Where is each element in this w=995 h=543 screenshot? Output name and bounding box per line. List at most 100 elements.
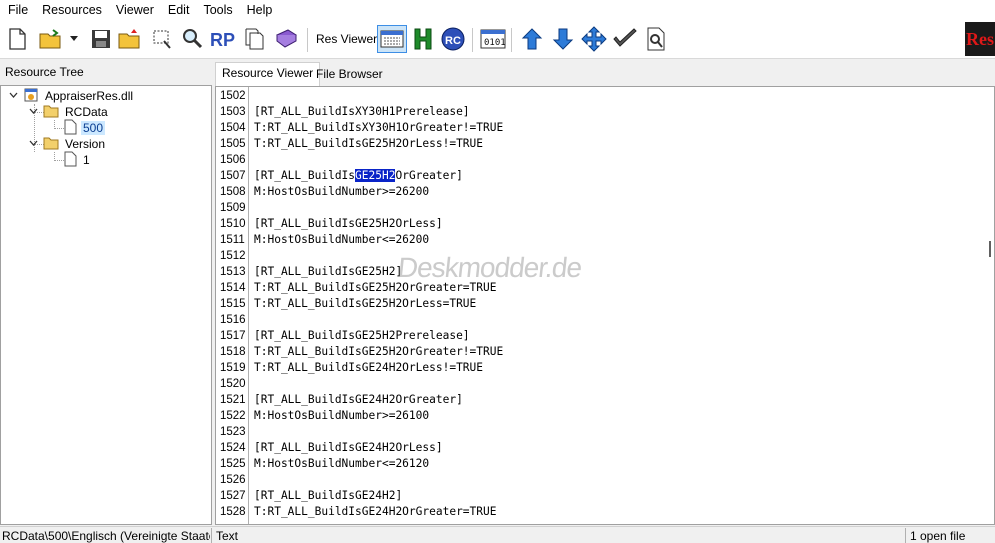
resource-text-editor[interactable]: 1502 1503 [RT_ALL_BuildIsXY30H1Prerelease]…	[215, 86, 995, 525]
line-number: 1516	[220, 314, 246, 326]
svg-text:0101: 0101	[484, 38, 506, 48]
line-text: [RT_ALL_BuildIsGE24H2OrLess]	[254, 441, 443, 454]
tree-node-1-label: 1	[83, 153, 90, 167]
line-number: 1514	[220, 282, 246, 294]
up-arrow-icon[interactable]	[519, 26, 545, 52]
down-arrow-icon[interactable]	[550, 26, 576, 52]
open-folder-icon[interactable]	[38, 26, 64, 52]
rp-icon[interactable]: RP	[209, 26, 237, 52]
line-number: 1528	[220, 506, 246, 518]
line-number: 1519	[220, 362, 246, 374]
tree-node-1[interactable]: 1	[63, 151, 92, 170]
editor-line[interactable]: 1504 T:RT_ALL_BuildIsXY30H1OrGreater!=TRU…	[216, 120, 986, 136]
rc-icon[interactable]: RC	[440, 26, 466, 52]
menu-viewer[interactable]: Viewer	[109, 0, 161, 20]
line-text: M:HostOsBuildNumber<=26120	[254, 457, 430, 470]
line-text: T:RT_ALL_BuildIsGE25H2OrGreater=TRUE	[254, 281, 497, 294]
status-bar: RCData\500\Englisch (Vereinigte Staaten)…	[0, 526, 995, 543]
checkmark-icon[interactable]	[612, 26, 638, 52]
menu-help[interactable]: Help	[240, 0, 280, 20]
editor-line[interactable]: 1517 [RT_ALL_BuildIsGE25H2Prerelease]	[216, 328, 986, 344]
h-icon[interactable]	[410, 26, 436, 52]
find-document-icon[interactable]	[643, 26, 669, 52]
editor-line[interactable]: 1514 T:RT_ALL_BuildIsGE25H2OrGreater=TRUE	[216, 280, 986, 296]
vertical-scrollbar[interactable]	[984, 87, 994, 524]
editor-line[interactable]: 1506	[216, 152, 986, 168]
lasso-select-icon[interactable]	[149, 26, 175, 52]
editor-line[interactable]: 1527 [RT_ALL_BuildIsGE24H2]	[216, 488, 986, 504]
editor-line[interactable]: 1526	[216, 472, 986, 488]
copy-pages-icon[interactable]	[242, 26, 268, 52]
tree-node-500[interactable]: 500	[63, 119, 106, 138]
status-resource-path: RCData\500\Englisch (Vereinigte Staaten)	[2, 529, 210, 543]
editor-line[interactable]: 1503 [RT_ALL_BuildIsXY30H1Prerelease]	[216, 104, 986, 120]
selected-text[interactable]: GE25H2	[355, 169, 396, 182]
app-logo: Res	[965, 22, 995, 56]
editor-line[interactable]: 1522 M:HostOsBuildNumber>=26100	[216, 408, 986, 424]
tree-node-root[interactable]: AppraiserRes.dll	[23, 88, 135, 104]
res-viewer-hex-grid-icon[interactable]	[377, 25, 407, 53]
tab-resource-viewer[interactable]: Resource Viewer	[215, 62, 321, 86]
editor-line[interactable]: 1507 [RT_ALL_BuildIsGE25H2OrGreater]	[216, 168, 986, 184]
move-icon[interactable]	[581, 26, 607, 52]
search-icon[interactable]	[179, 26, 205, 52]
editor-line[interactable]: 1502	[216, 88, 986, 104]
editor-line[interactable]: 1516	[216, 312, 986, 328]
tree-node-500-label: 500	[81, 121, 106, 135]
status-resource-type: Text	[216, 529, 239, 543]
line-number: 1526	[220, 474, 246, 486]
collapse-chevron-icon[interactable]	[29, 139, 38, 148]
editor-line[interactable]: 1508 M:HostOsBuildNumber>=26200	[216, 184, 986, 200]
menu-tools[interactable]: Tools	[196, 0, 239, 20]
file-icon	[63, 151, 77, 170]
line-number: 1524	[220, 442, 246, 454]
editor-line[interactable]: 1515 T:RT_ALL_BuildIsGE25H2OrLess=TRUE	[216, 296, 986, 312]
editor-line[interactable]: 1505 T:RT_ALL_BuildIsGE25H2OrLess!=TRUE	[216, 136, 986, 152]
line-number: 1513	[220, 266, 246, 278]
line-text: T:RT_ALL_BuildIsGE25H2OrLess!=TRUE	[254, 137, 484, 150]
binary-icon[interactable]: 0101	[480, 26, 506, 52]
editor-line[interactable]: 1521 [RT_ALL_BuildIsGE24H2OrGreater]	[216, 392, 986, 408]
editor-line[interactable]: 1524 [RT_ALL_BuildIsGE24H2OrLess]	[216, 440, 986, 456]
menu-resources[interactable]: Resources	[35, 0, 109, 20]
dll-file-icon	[23, 87, 39, 106]
line-text: T:RT_ALL_BuildIsGE24H2OrGreater=TRUE	[254, 505, 497, 518]
editor-line[interactable]: 1511 M:HostOsBuildNumber<=26200	[216, 232, 986, 248]
editor-line[interactable]: 1525 M:HostOsBuildNumber<=26120	[216, 456, 986, 472]
line-text: [RT_ALL_BuildIsXY30H1Prerelease]	[254, 105, 470, 118]
scrollbar-thumb[interactable]	[989, 241, 991, 257]
editor-line[interactable]: 1523	[216, 424, 986, 440]
status-open-files: 1 open file	[910, 529, 966, 543]
open-folder-2-icon[interactable]	[117, 26, 143, 52]
editor-line[interactable]: 1518 T:RT_ALL_BuildIsGE25H2OrGreater!=TRU…	[216, 344, 986, 360]
collapse-chevron-icon[interactable]	[9, 91, 18, 100]
new-file-icon[interactable]	[4, 26, 30, 52]
line-text: M:HostOsBuildNumber>=26100	[254, 409, 430, 422]
line-number: 1521	[220, 394, 246, 406]
editor-line[interactable]: 1513 [RT_ALL_BuildIsGE25H2]	[216, 264, 986, 280]
line-text: [RT_ALL_BuildIsGE24H2OrGreater]	[254, 393, 463, 406]
tree-node-version-label: Version	[65, 137, 106, 151]
line-text-after: OrGreater]	[395, 169, 463, 182]
file-icon	[63, 119, 77, 138]
menu-file[interactable]: File	[0, 0, 35, 20]
editor-line[interactable]: 1520	[216, 376, 986, 392]
save-icon[interactable]	[88, 26, 114, 52]
svg-text:RP: RP	[210, 30, 235, 50]
line-number: 1527	[220, 490, 246, 502]
collapse-chevron-icon[interactable]	[29, 107, 38, 116]
dropdown-arrow-icon[interactable]	[66, 26, 82, 52]
line-number: 1511	[220, 234, 245, 246]
toolbar: RP Res Viewer: RC 0101 Res	[0, 20, 995, 59]
editor-line[interactable]: 1512	[216, 248, 986, 264]
book-icon[interactable]	[273, 26, 299, 52]
editor-line[interactable]: 1519 T:RT_ALL_BuildIsGE24H2OrLess!=TRUE	[216, 360, 986, 376]
editor-lines: 1502 1503 [RT_ALL_BuildIsXY30H1Prerelease]…	[216, 88, 986, 520]
editor-line[interactable]: 1528 T:RT_ALL_BuildIsGE24H2OrGreater=TRUE	[216, 504, 986, 520]
editor-line[interactable]: 1509	[216, 200, 986, 216]
editor-line[interactable]: 1510 [RT_ALL_BuildIsGE25H2OrLess]	[216, 216, 986, 232]
line-number: 1517	[220, 330, 246, 342]
tab-file-browser[interactable]: File Browser	[310, 64, 389, 86]
line-number: 1502	[220, 90, 246, 102]
menu-edit[interactable]: Edit	[161, 0, 197, 20]
